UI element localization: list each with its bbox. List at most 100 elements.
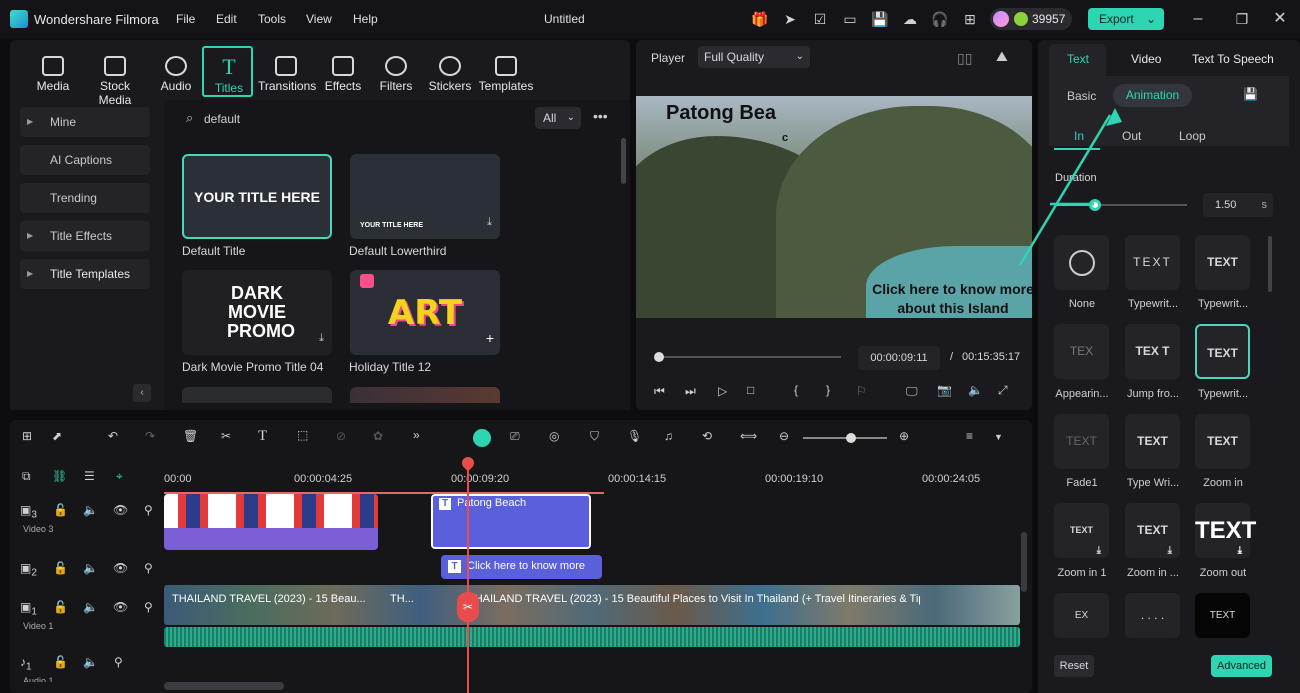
camera-icon[interactable]: 📷 xyxy=(937,383,952,397)
minimize-icon[interactable]: – xyxy=(1188,9,1208,29)
next-frame-icon[interactable]: ⏭ xyxy=(685,384,696,399)
reset-button[interactable]: Reset xyxy=(1054,655,1094,677)
snapshot-view-icon[interactable]: ⛰ xyxy=(996,48,1008,65)
track-manage-icon[interactable]: ☰ xyxy=(84,469,95,483)
marker-icon[interactable]: ⚐ xyxy=(856,384,867,398)
sidebar-item-title-effects[interactable]: ▶ Title Effects xyxy=(20,221,150,251)
record-icon[interactable]: ⎚ xyxy=(510,429,520,444)
close-icon[interactable]: ✕ xyxy=(1270,9,1290,29)
tab-audio[interactable]: Audio xyxy=(148,50,204,93)
export-button[interactable]: Export ⌄ xyxy=(1088,8,1164,30)
speed-icon[interactable]: ◎ xyxy=(549,429,559,443)
sidebar-item-mine[interactable]: ▶ Mine xyxy=(20,107,150,137)
send-icon[interactable]: ➤ xyxy=(780,9,800,29)
preset-none[interactable] xyxy=(1054,235,1109,290)
headset-icon[interactable]: 🎧 xyxy=(930,9,950,29)
maximize-icon[interactable]: ❐ xyxy=(1232,9,1252,29)
crop-icon[interactable]: ⬚ xyxy=(297,428,308,442)
layout-icon[interactable]: ▭ xyxy=(840,9,860,29)
magic-icon[interactable]: ⚲ xyxy=(144,600,153,614)
more-tools-icon[interactable]: » xyxy=(413,428,420,442)
tab-templates[interactable]: Templates xyxy=(478,50,534,93)
magic-icon[interactable]: ⚲ xyxy=(114,655,123,669)
preset-appearing[interactable]: TEX xyxy=(1054,324,1109,379)
mute-icon[interactable]: 🔈 xyxy=(83,655,98,669)
zoom-out-icon[interactable]: ⊖ xyxy=(779,429,789,443)
sidebar-item-ai-captions[interactable]: AI Captions xyxy=(20,145,150,175)
preset-typewriter[interactable]: TEXT xyxy=(1125,235,1180,290)
grid-icon[interactable]: ⊞ xyxy=(960,9,980,29)
zoom-in-icon[interactable]: ⊕ xyxy=(899,429,909,443)
lock-icon[interactable]: 🔓 xyxy=(53,503,68,517)
fullscreen-icon[interactable]: ⤢ xyxy=(998,383,1008,398)
clip-title-patong-beach[interactable]: T Patong Beach xyxy=(431,494,591,549)
advanced-button[interactable]: Advanced xyxy=(1211,655,1272,677)
card-default-title[interactable]: YOUR TITLE HERE xyxy=(182,154,332,239)
play-icon[interactable]: ▷ xyxy=(718,384,727,398)
preset-13[interactable]: EX xyxy=(1054,593,1109,638)
preset-zoom-in-1[interactable]: TEXT ⤓ xyxy=(1054,503,1109,558)
gift-icon[interactable]: 🎁 xyxy=(750,9,770,29)
scissors-icon[interactable]: ✂ xyxy=(221,429,231,443)
sidebar-item-title-templates[interactable]: ▶ Title Templates xyxy=(20,259,150,289)
tab-stickers[interactable]: Stickers xyxy=(422,50,478,93)
menu-file[interactable]: File xyxy=(176,12,195,26)
preset-typewriter-2[interactable]: TEXT xyxy=(1195,235,1250,290)
current-time[interactable]: 00:00:09:11 xyxy=(858,346,940,370)
save-icon[interactable]: 💾 xyxy=(870,9,890,29)
preset-typewriter-3[interactable]: TEXT xyxy=(1195,324,1250,379)
tab-titles[interactable]: T Titles xyxy=(201,50,257,95)
stop-icon[interactable]: □ xyxy=(747,383,754,397)
preset-14[interactable]: . . . . xyxy=(1125,593,1180,638)
tab-media[interactable]: Media xyxy=(25,50,81,93)
checklist-icon[interactable]: ☑ xyxy=(810,9,830,29)
cloud-upload-icon[interactable]: ☁ xyxy=(900,9,920,29)
progress-track[interactable] xyxy=(658,356,841,358)
display-icon[interactable]: 🖵 xyxy=(906,384,918,399)
delete-icon[interactable]: 🗑 xyxy=(183,429,198,443)
menu-tools[interactable]: Tools xyxy=(258,12,286,26)
clip-text-know-more[interactable]: T Click here to know more xyxy=(441,555,602,579)
clip-flag-sticker[interactable] xyxy=(164,494,378,550)
download-icon[interactable]: ⤓ xyxy=(319,332,324,345)
presets-scrollbar[interactable] xyxy=(1268,236,1272,292)
color-icon[interactable]: ✿ xyxy=(373,429,383,443)
caret-down-icon[interactable]: ▼ xyxy=(994,432,1003,442)
timeline-hscrollbar[interactable] xyxy=(164,682,284,690)
preset-zoom-in-2[interactable]: TEXT ⤓ xyxy=(1125,503,1180,558)
filter-dropdown[interactable]: All ⌄ xyxy=(535,107,581,129)
eye-icon[interactable]: 👁 xyxy=(113,600,128,614)
undo-icon[interactable]: ↶ xyxy=(108,429,118,443)
shield-icon[interactable]: ⛉ xyxy=(590,429,599,444)
timeline-ruler[interactable] xyxy=(164,470,1020,494)
text-tool-icon[interactable]: T xyxy=(258,428,267,445)
menu-help[interactable]: Help xyxy=(353,12,378,26)
media-scrollbar[interactable] xyxy=(621,138,626,184)
tab-transitions[interactable]: Transitions xyxy=(258,50,316,93)
card-holiday-title-12[interactable]: ART + xyxy=(350,270,500,355)
track-options-icon[interactable]: ≡ xyxy=(966,429,973,443)
menu-view[interactable]: View xyxy=(306,12,332,26)
mute-icon[interactable]: 🔈 xyxy=(83,503,98,517)
quality-dropdown[interactable]: Full Quality ⌄ xyxy=(698,46,810,68)
layout-grid-icon[interactable]: ⊞ xyxy=(22,429,32,443)
ai-mate-icon[interactable] xyxy=(473,429,491,447)
lock-icon[interactable]: 🔓 xyxy=(53,655,68,669)
add-icon[interactable]: + xyxy=(486,330,494,346)
effect-icon[interactable]: ⊘ xyxy=(336,429,346,443)
select-tool-icon[interactable]: ⬈ xyxy=(52,429,62,443)
preset-zoom-in[interactable]: TEXT xyxy=(1195,414,1250,469)
tab-filters[interactable]: Filters xyxy=(368,50,424,93)
preset-15[interactable]: TEXT xyxy=(1195,593,1250,638)
more-options-icon[interactable]: ••• xyxy=(593,108,608,124)
tab-stock-media[interactable]: Stock Media xyxy=(82,50,148,107)
anim-tab-loop[interactable]: Loop xyxy=(1179,129,1206,143)
tab-effects[interactable]: Effects xyxy=(315,50,371,93)
prev-frame-icon[interactable]: ⏮ xyxy=(654,384,665,399)
link-icon[interactable]: ⛓ xyxy=(52,469,67,483)
mark-out-icon[interactable]: } xyxy=(826,383,830,397)
preset-type-writer[interactable]: TEXT xyxy=(1125,414,1180,469)
scissors-icon[interactable]: ✂ xyxy=(457,592,479,622)
preset-fade1[interactable]: TEXT xyxy=(1054,414,1109,469)
tab-text[interactable]: Text xyxy=(1067,52,1089,66)
